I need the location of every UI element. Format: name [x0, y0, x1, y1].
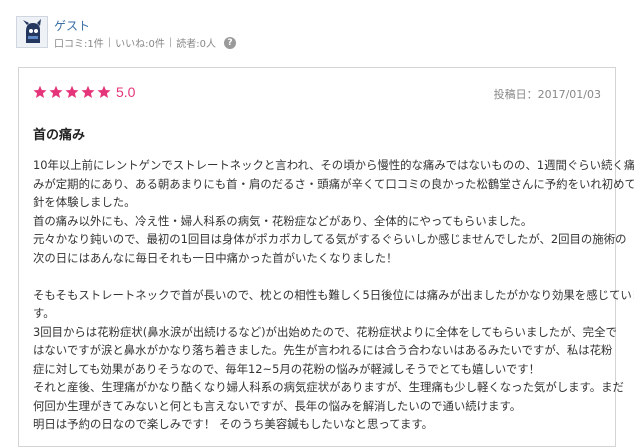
review-line: 明日は予約の日なので楽しみです！ そのうち美容鍼もしたいなと思ってます。	[33, 417, 434, 431]
review-line: それと産後、生理痛がかなり酷くなり婦人科系の病気症状がありますが、生理痛も少し軽…	[33, 380, 624, 394]
review-line: 10年以上前にレントゲンでストレートネックと言われ、その頃から慢性的な痛みではな…	[33, 158, 634, 172]
review-line: みが定期的にあり、ある朝あまりにも首・肩のだるさ・頭痛が辛くて口コミの良かった松…	[33, 176, 634, 191]
star-icon	[65, 85, 79, 98]
review-line: 3回目からは花粉症状(鼻水涙が出続けるなど)が出始めたので、花粉症状よりに全体を…	[33, 324, 617, 339]
user-name-link[interactable]: ゲスト	[54, 17, 90, 34]
star-icon	[81, 85, 95, 98]
review-line-blank	[33, 267, 607, 286]
review-card: 5.0 投稿日：2017/01/03 首の痛み 10年以上前にレントゲンでストレ…	[18, 67, 634, 447]
star-icon	[33, 85, 47, 98]
review-line: 症に対しても効果がありそうなので、毎年12~5月の花粉の悩みが軽減しそうでとても…	[33, 361, 541, 376]
review-line: 元々かなり鈍いので、最初の1回目は身体がポカポカしてる気がするぐらいしか感じませ…	[33, 232, 627, 246]
user-stats: 口コミ:1件 | いいね:0件 | 読者:0人 ?	[54, 35, 236, 50]
review-line: 針を体験しました。	[33, 195, 136, 209]
review-body: 10年以上前にレントゲンでストレートネックと言われ、その頃から慢性的な痛みではな…	[33, 156, 634, 434]
review-title: 首の痛み	[33, 128, 86, 143]
rating-stars: 5.0	[33, 84, 135, 100]
review-line: そもそもストレートネックで首が長いので、枕との相性も難しく5日後位には痛みが出ま…	[33, 287, 634, 302]
review-line: はないですが涙と鼻水がかなり落ち着きました。先生が言われるには合う合わないはある…	[33, 343, 613, 357]
review-line: 何回か生理がきてみないと何とも言えないですが、長年の悩みを解消したいので通い続け…	[33, 398, 522, 413]
like-count: いいね:0件	[115, 39, 165, 50]
user-avatar-icon	[17, 17, 47, 47]
review-line: す。	[33, 306, 55, 320]
review-count: 口コミ:1件	[54, 39, 104, 50]
rating-value: 5.0	[116, 84, 136, 100]
question-icon[interactable]: ?	[223, 36, 236, 49]
avatar[interactable]	[16, 16, 48, 48]
star-icon	[97, 85, 111, 98]
reader-count: 読者:0人	[176, 39, 216, 50]
user-header: ゲスト 口コミ:1件 | いいね:0件 | 読者:0人 ?	[16, 16, 616, 50]
review-line: 次の日にはあんなに毎日それも一日中痛かった首がいたくなりました！	[33, 250, 398, 265]
post-date: 投稿日：2017/01/03	[493, 88, 601, 101]
review-line: 首の痛み以外にも、冷え性・婦人科系の病気・花粉症などがあり、全体的にやってもらい…	[33, 213, 533, 228]
star-icon	[49, 85, 63, 98]
